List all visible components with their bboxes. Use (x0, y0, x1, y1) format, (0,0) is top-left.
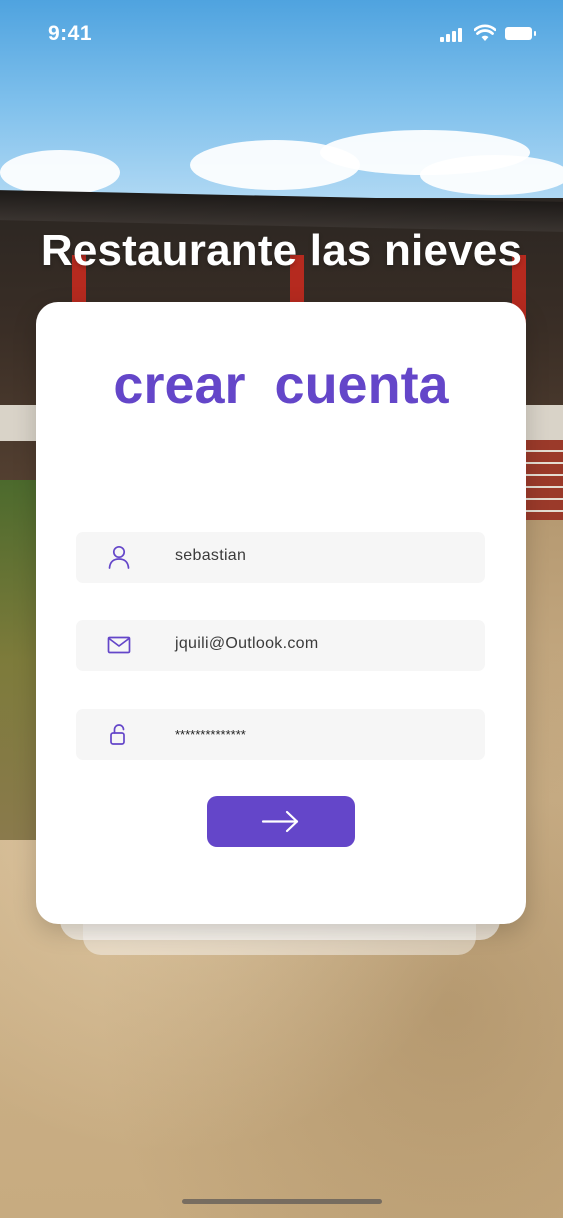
password-value: ************** (175, 727, 246, 742)
cloud (420, 155, 563, 195)
home-indicator[interactable] (182, 1199, 382, 1204)
email-field[interactable]: jquili@Outlook.com (76, 620, 485, 671)
signup-card: crear cuenta sebastian jquili@Outlook.co… (36, 302, 526, 924)
email-value: jquili@Outlook.com (175, 635, 319, 652)
password-field[interactable]: ************** (76, 709, 485, 760)
username-field[interactable]: sebastian (76, 532, 485, 583)
arrow-right-icon (261, 810, 299, 833)
wifi-icon (474, 24, 496, 41)
page-title: Restaurante las nieves (40, 226, 523, 275)
signal-icon (440, 27, 468, 42)
form-title: crear cuenta (113, 355, 449, 415)
username-value: sebastian (175, 547, 247, 564)
mail-icon (107, 636, 131, 654)
user-icon (108, 545, 130, 569)
status-bar: 9:41 (0, 0, 563, 70)
submit-button[interactable] (207, 796, 355, 847)
lock-icon (110, 724, 125, 745)
battery-icon (505, 27, 536, 40)
cloud (0, 150, 120, 195)
status-time: 9:41 (48, 22, 93, 45)
